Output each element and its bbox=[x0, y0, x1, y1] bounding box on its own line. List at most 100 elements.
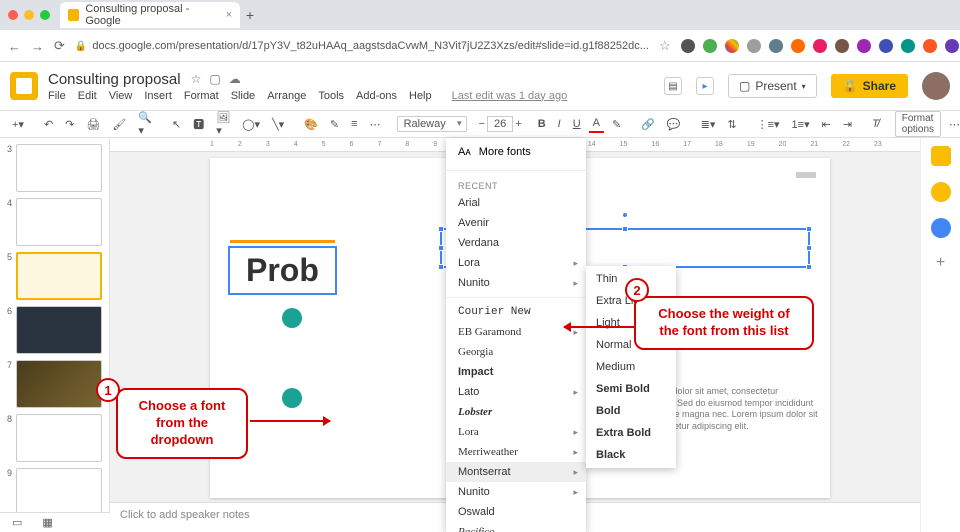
font-size-control[interactable]: − 26 + bbox=[479, 116, 522, 132]
font-weight-item[interactable]: Semi Bold bbox=[586, 378, 676, 400]
slide-thumbnail[interactable] bbox=[16, 468, 102, 516]
slide-thumbnail[interactable] bbox=[16, 144, 102, 192]
paint-format-button[interactable]: 🖌 bbox=[108, 116, 130, 133]
font-menu-item[interactable]: Oswald bbox=[446, 502, 586, 522]
star-icon[interactable]: ☆ bbox=[659, 38, 671, 54]
format-options-button[interactable]: Format options bbox=[895, 111, 941, 137]
add-on-button[interactable]: + bbox=[936, 254, 945, 272]
cloud-icon[interactable]: ☁ bbox=[229, 72, 241, 86]
slideshow-icon[interactable]: ▸ bbox=[696, 77, 714, 95]
font-menu-item[interactable]: Pacifico bbox=[446, 522, 586, 532]
menu-item[interactable]: Arrange bbox=[267, 90, 306, 102]
redo-button[interactable]: ↷ bbox=[61, 116, 78, 133]
textbox-tool[interactable]: 🆃 bbox=[189, 114, 208, 134]
font-menu-item[interactable]: Nunito▸ bbox=[446, 273, 586, 293]
doc-title[interactable]: Consulting proposal bbox=[48, 71, 181, 88]
last-edit-link[interactable]: Last edit was 1 day ago bbox=[452, 90, 568, 102]
comments-icon[interactable]: ▤ bbox=[664, 77, 682, 95]
undo-button[interactable]: ↶ bbox=[40, 116, 57, 133]
reload-button[interactable]: ⟳ bbox=[54, 38, 65, 54]
filmstrip[interactable]: 3456789 bbox=[0, 138, 110, 532]
extension-icon[interactable] bbox=[703, 39, 717, 53]
font-menu-item[interactable]: Lora▸ bbox=[446, 422, 586, 442]
menu-item[interactable]: Format bbox=[184, 90, 219, 102]
filmstrip-view-icon[interactable]: ▭ bbox=[12, 516, 22, 529]
font-weight-item[interactable]: Extra Bold bbox=[586, 422, 676, 444]
font-menu-item[interactable]: Arial bbox=[446, 193, 586, 213]
font-menu-item[interactable]: Impact bbox=[446, 362, 586, 382]
extension-icon[interactable] bbox=[791, 39, 805, 53]
menu-item[interactable]: File bbox=[48, 90, 66, 102]
line-spacing-button[interactable]: ⇅ bbox=[723, 116, 740, 133]
present-button[interactable]: ▢ Present ▾ bbox=[728, 74, 817, 98]
slide-thumbnail[interactable] bbox=[16, 252, 102, 300]
extension-icon[interactable] bbox=[857, 39, 871, 53]
link-button[interactable]: 🔗 bbox=[637, 116, 659, 133]
slide-thumbnail[interactable] bbox=[16, 360, 102, 408]
minimize-window-icon[interactable] bbox=[24, 10, 34, 20]
font-menu-item[interactable]: Montserrat▸ bbox=[446, 462, 586, 482]
bold-button[interactable]: B bbox=[534, 116, 550, 132]
new-tab-button[interactable]: + bbox=[240, 7, 260, 23]
maximize-window-icon[interactable] bbox=[40, 10, 50, 20]
more-fonts-item[interactable]: AᴀMore fonts bbox=[446, 138, 586, 166]
font-menu-item[interactable]: Merriweather▸ bbox=[446, 442, 586, 462]
decrease-size-button[interactable]: − bbox=[479, 118, 485, 130]
border-color-button[interactable]: ✎ bbox=[326, 116, 343, 133]
underline-button[interactable]: U bbox=[569, 116, 585, 132]
back-button[interactable]: ← bbox=[8, 39, 21, 54]
text-color-button[interactable]: A bbox=[589, 115, 604, 133]
image-tool[interactable]: 🖼▾ bbox=[212, 109, 234, 139]
highlight-button[interactable]: ✎ bbox=[608, 116, 625, 133]
extension-icon[interactable] bbox=[769, 39, 783, 53]
indent-decrease-button[interactable]: ⇤ bbox=[818, 116, 835, 133]
indent-increase-button[interactable]: ⇥ bbox=[839, 116, 856, 133]
more-button[interactable]: ⋯ bbox=[945, 116, 960, 133]
align-button[interactable]: ≣▾ bbox=[697, 116, 720, 133]
new-slide-button[interactable]: +▾ bbox=[8, 116, 28, 133]
font-family-menu[interactable]: AᴀMore fontsRECENTArialAvenirVerdanaLora… bbox=[446, 138, 586, 532]
tasks-icon[interactable] bbox=[931, 218, 951, 238]
slide-thumbnail[interactable] bbox=[16, 414, 102, 462]
font-menu-item[interactable]: Verdana bbox=[446, 233, 586, 253]
browser-tab[interactable]: Consulting proposal - Google × bbox=[60, 2, 240, 28]
close-window-icon[interactable] bbox=[8, 10, 18, 20]
border-weight-button[interactable]: ≡ bbox=[347, 116, 361, 132]
font-menu-item[interactable]: Courier New bbox=[446, 302, 586, 322]
menu-item[interactable]: Help bbox=[409, 90, 432, 102]
zoom-button[interactable]: 🔍▾ bbox=[134, 109, 156, 139]
star-icon[interactable]: ☆ bbox=[191, 72, 202, 86]
menu-item[interactable]: Tools bbox=[318, 90, 344, 102]
menu-item[interactable]: Insert bbox=[144, 90, 172, 102]
shape-tool[interactable]: ◯▾ bbox=[238, 116, 264, 133]
fill-color-button[interactable]: 🎨 bbox=[300, 116, 322, 133]
keep-icon[interactable] bbox=[931, 146, 951, 166]
extension-icon[interactable] bbox=[725, 39, 739, 53]
font-weight-item[interactable]: Bold bbox=[586, 400, 676, 422]
close-tab-icon[interactable]: × bbox=[226, 9, 232, 21]
calendar-icon[interactable] bbox=[931, 182, 951, 202]
font-menu-item[interactable]: Nunito▸ bbox=[446, 482, 586, 502]
menu-item[interactable]: Slide bbox=[231, 90, 255, 102]
font-size-value[interactable]: 26 bbox=[487, 116, 513, 132]
border-dash-button[interactable]: ⋯ bbox=[366, 116, 385, 133]
line-tool[interactable]: ╲▾ bbox=[268, 116, 288, 133]
share-button[interactable]: 🔒 Share bbox=[831, 74, 908, 98]
font-menu-item[interactable]: Lobster bbox=[446, 402, 586, 422]
move-icon[interactable]: ▢ bbox=[209, 72, 220, 86]
menu-item[interactable]: View bbox=[109, 90, 133, 102]
clear-format-button[interactable]: T̸ bbox=[868, 116, 883, 132]
extension-icon[interactable] bbox=[835, 39, 849, 53]
extension-icon[interactable] bbox=[945, 39, 959, 53]
extension-icon[interactable] bbox=[681, 39, 695, 53]
font-menu-item[interactable]: Avenir bbox=[446, 213, 586, 233]
slides-logo-icon[interactable] bbox=[10, 72, 38, 100]
url-bar[interactable]: 🔒 docs.google.com/presentation/d/17pY3V_… bbox=[75, 40, 649, 52]
extension-icon[interactable] bbox=[813, 39, 827, 53]
window-controls[interactable] bbox=[8, 10, 50, 20]
font-weight-item[interactable]: Medium bbox=[586, 356, 676, 378]
menu-item[interactable]: Add-ons bbox=[356, 90, 397, 102]
comment-button[interactable]: 💬 bbox=[663, 116, 685, 133]
slide-thumbnail[interactable] bbox=[16, 306, 102, 354]
title-textbox[interactable]: Prob bbox=[228, 246, 337, 295]
